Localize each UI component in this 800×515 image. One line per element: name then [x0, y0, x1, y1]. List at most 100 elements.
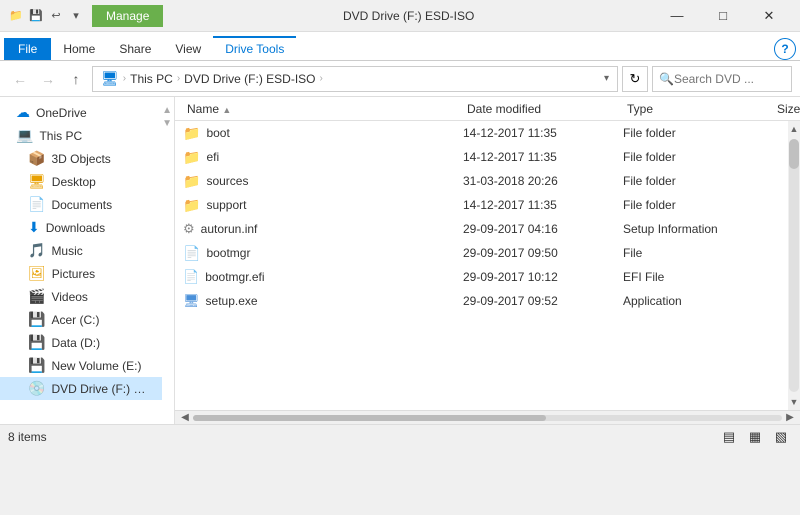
sidebar-item-music[interactable]: 🎵 Music [0, 239, 162, 262]
column-headers: Name ▲ Date modified Type Size [175, 97, 800, 121]
sidebar-scroll-up[interactable]: ▲ [162, 105, 172, 116]
file-type-bootmgrefi: EFI File [623, 270, 773, 284]
window-title: DVD Drive (F:) ESD-ISO [163, 9, 654, 23]
address-sep-3: › [320, 73, 323, 84]
sidebar-item-dvddrive[interactable]: 💿 DVD Drive (F:) ES... [0, 377, 162, 400]
refresh-button[interactable]: ↻ [622, 66, 648, 92]
address-dropdown[interactable]: ▾ [604, 73, 609, 84]
dropdown-icon: ▾ [68, 8, 84, 24]
up-button[interactable]: ↑ [64, 67, 88, 91]
scroll-down-arrow[interactable]: ▼ [788, 394, 800, 410]
help-button[interactable]: ? [774, 38, 796, 60]
save-icon: 💾 [28, 8, 44, 24]
filename-text: support [206, 198, 246, 212]
tab-home[interactable]: Home [51, 38, 107, 60]
file-icon: 📄 [183, 245, 200, 262]
sidebar-item-onedrive[interactable]: ☁ OneDrive [0, 101, 162, 124]
search-icon: 🔍 [659, 72, 674, 86]
horizontal-scrollbar[interactable]: ◀ ▶ [175, 410, 800, 424]
address-bar: ← → ↑ 🖥 › This PC › DVD Drive (F:) ESD-I… [0, 61, 800, 97]
sidebar-item-videos[interactable]: 🎬 Videos [0, 285, 162, 308]
sidebar-item-acer[interactable]: 💾 Acer (C:) [0, 308, 162, 331]
acer-icon: 💾 [28, 311, 45, 328]
breadcrumb-thispc[interactable]: This PC [130, 72, 173, 86]
table-row[interactable]: 📄 bootmgr 29-09-2017 09:50 File [175, 241, 788, 265]
view-tiles-button[interactable]: ▦ [744, 426, 766, 448]
back-button[interactable]: ← [8, 67, 32, 91]
scroll-track[interactable] [789, 139, 799, 392]
file-rows-area: 📁 boot 14-12-2017 11:35 File folder 📁 ef… [175, 121, 788, 410]
h-scroll-thumb[interactable] [193, 415, 546, 421]
setup-icon: ⚙ [183, 221, 195, 237]
tab-drive-tools[interactable]: Drive Tools [213, 36, 296, 60]
vertical-scrollbar[interactable]: ▲ ▼ [788, 121, 800, 410]
minimize-button[interactable]: — [654, 0, 700, 32]
item-count: 8 items [8, 430, 47, 444]
sidebar-item-3dobjects[interactable]: 📦 3D Objects [0, 147, 162, 170]
address-sep-2: › [177, 73, 180, 84]
scroll-thumb[interactable] [789, 139, 799, 169]
file-type-setup: Application [623, 294, 773, 308]
sidebar-item-pictures[interactable]: 🖼 Pictures [0, 262, 162, 285]
table-row[interactable]: 📁 efi 14-12-2017 11:35 File folder [175, 145, 788, 169]
file-name-sources: 📁 sources [183, 173, 463, 190]
col-header-type[interactable]: Type [623, 102, 773, 116]
h-scroll-right[interactable]: ▶ [782, 411, 798, 425]
downloads-icon: ⬇ [28, 219, 40, 236]
address-sep-1: › [123, 73, 126, 84]
table-row[interactable]: ⚙ autorun.inf 29-09-2017 04:16 Setup Inf… [175, 217, 788, 241]
sidebar-item-documents[interactable]: 📄 Documents [0, 193, 162, 216]
sidebar-label-videos: Videos [51, 290, 87, 304]
file-name-efi: 📁 efi [183, 149, 463, 166]
sidebar-item-desktop[interactable]: 🖥 Desktop [0, 170, 162, 193]
ribbon-tabs: File Home Share View Drive Tools ? [0, 32, 800, 60]
col-header-date[interactable]: Date modified [463, 102, 623, 116]
sidebar-scroll-down[interactable]: ▼ [162, 118, 172, 129]
documents-icon: 📄 [28, 196, 45, 213]
forward-button[interactable]: → [36, 67, 60, 91]
tab-file[interactable]: File [4, 38, 51, 60]
search-input[interactable] [674, 72, 785, 86]
search-box[interactable]: 🔍 [652, 66, 792, 92]
table-row[interactable]: 📁 support 14-12-2017 11:35 File folder [175, 193, 788, 217]
table-row[interactable]: 📁 boot 14-12-2017 11:35 File folder [175, 121, 788, 145]
tab-view[interactable]: View [163, 38, 213, 60]
sidebar-item-data[interactable]: 💾 Data (D:) [0, 331, 162, 354]
sidebar-item-thispc[interactable]: 💻 This PC [0, 124, 162, 147]
scroll-up-arrow[interactable]: ▲ [788, 121, 800, 137]
sidebar-label-music: Music [51, 244, 82, 258]
col-header-size[interactable]: Size [773, 102, 800, 116]
onedrive-icon: ☁ [16, 104, 30, 121]
file-type-sources: File folder [623, 174, 773, 188]
file-date-autorun: 29-09-2017 04:16 [463, 222, 623, 236]
tab-share[interactable]: Share [107, 38, 163, 60]
breadcrumb-dvd[interactable]: DVD Drive (F:) ESD-ISO [184, 72, 315, 86]
sidebar-label-thispc: This PC [39, 129, 82, 143]
col-header-name[interactable]: Name ▲ [183, 102, 463, 116]
efi-icon: 📄 [183, 269, 199, 285]
file-date-boot: 14-12-2017 11:35 [463, 126, 623, 140]
sidebar-label-newvolume: New Volume (E:) [51, 359, 141, 373]
sidebar-item-newvolume[interactable]: 💾 New Volume (E:) [0, 354, 162, 377]
maximize-button[interactable]: □ [700, 0, 746, 32]
view-details-button[interactable]: ▤ [718, 426, 740, 448]
view-large-button[interactable]: ▧ [770, 426, 792, 448]
h-scroll-left[interactable]: ◀ [177, 411, 193, 425]
table-row[interactable]: 📄 bootmgr.efi 29-09-2017 10:12 EFI File [175, 265, 788, 289]
newvolume-icon: 💾 [28, 357, 45, 374]
h-scroll-track[interactable] [193, 415, 782, 421]
file-type-boot: File folder [623, 126, 773, 140]
exe-icon: 🖥 [183, 293, 200, 309]
table-row[interactable]: 📁 sources 31-03-2018 20:26 File folder [175, 169, 788, 193]
address-path[interactable]: 🖥 › This PC › DVD Drive (F:) ESD-ISO › ▾ [92, 66, 618, 92]
sidebar-item-downloads[interactable]: ⬇ Downloads [0, 216, 162, 239]
dvddrive-icon: 💿 [28, 380, 45, 397]
status-icons: ▤ ▦ ▧ [718, 426, 792, 448]
file-type-efi: File folder [623, 150, 773, 164]
table-row[interactable]: 🖥 setup.exe 29-09-2017 09:52 Application [175, 289, 788, 313]
sidebar-label-dvddrive: DVD Drive (F:) ES... [51, 382, 151, 396]
title-bar-icons: 📁 💾 ↩ ▾ [8, 8, 84, 24]
manage-tab[interactable]: Manage [92, 5, 163, 27]
filename-text: efi [206, 150, 219, 164]
close-button[interactable]: ✕ [746, 0, 792, 32]
